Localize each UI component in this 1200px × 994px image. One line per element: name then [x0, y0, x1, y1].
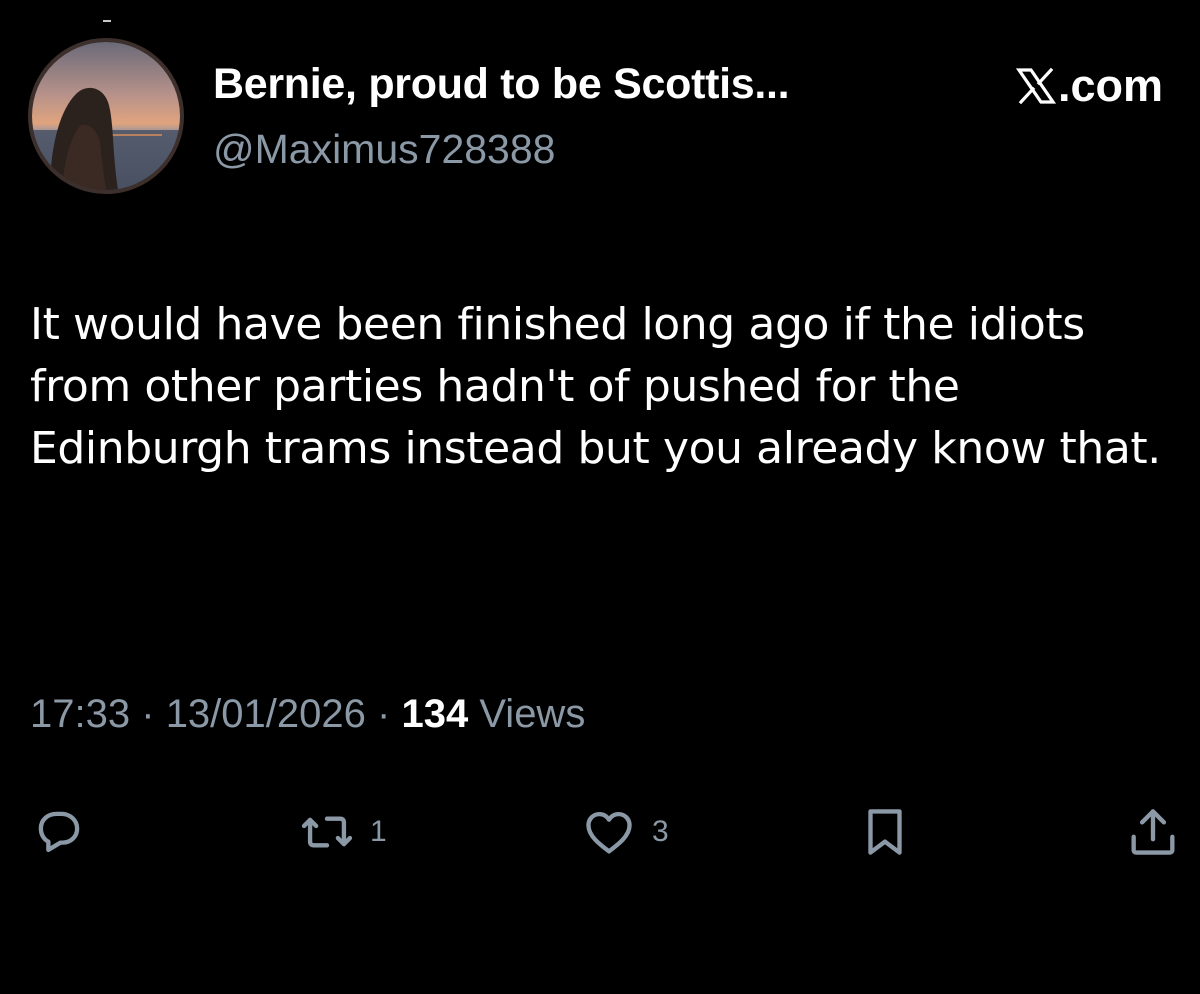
views-count: 134	[401, 692, 469, 736]
reply-icon	[38, 811, 80, 853]
user-handle[interactable]: @Maximus728388	[213, 126, 555, 173]
tweet-meta: 17:33 · 13/01/2026 · 134 Views	[30, 692, 585, 737]
meta-separator: ·	[377, 692, 391, 736]
name-row: Bernie, proud to be Scottis... .com	[213, 60, 1163, 118]
x-brand: .com	[1015, 60, 1163, 112]
tweet-date[interactable]: 13/01/2026	[166, 692, 366, 736]
x-logo-icon	[1015, 67, 1056, 105]
avatar[interactable]	[28, 38, 184, 194]
views-label: Views	[479, 692, 586, 736]
bookmark-button[interactable]	[856, 800, 914, 864]
status-indicator	[103, 20, 111, 22]
retweet-icon	[301, 816, 353, 848]
tweet-text: It would have been finished long ago if …	[30, 299, 1161, 474]
like-count: 3	[652, 815, 669, 848]
share-button[interactable]	[1124, 800, 1182, 864]
bookmark-icon	[868, 809, 902, 855]
retweet-button[interactable]: 1	[298, 800, 387, 864]
avatar-image	[32, 42, 180, 190]
brand-label: .com	[1057, 60, 1163, 111]
retweet-count: 1	[370, 815, 387, 848]
display-name[interactable]: Bernie, proud to be Scottis...	[213, 60, 790, 109]
reply-button[interactable]	[30, 800, 88, 864]
meta-separator: ·	[141, 692, 155, 736]
tweet-header: Bernie, proud to be Scottis... .com @Max…	[28, 38, 1178, 198]
tweet-time[interactable]: 17:33	[30, 692, 130, 736]
share-icon	[1131, 809, 1175, 855]
action-bar: 1 3	[0, 800, 1200, 870]
heart-icon	[586, 811, 632, 854]
like-button[interactable]: 3	[580, 800, 669, 864]
